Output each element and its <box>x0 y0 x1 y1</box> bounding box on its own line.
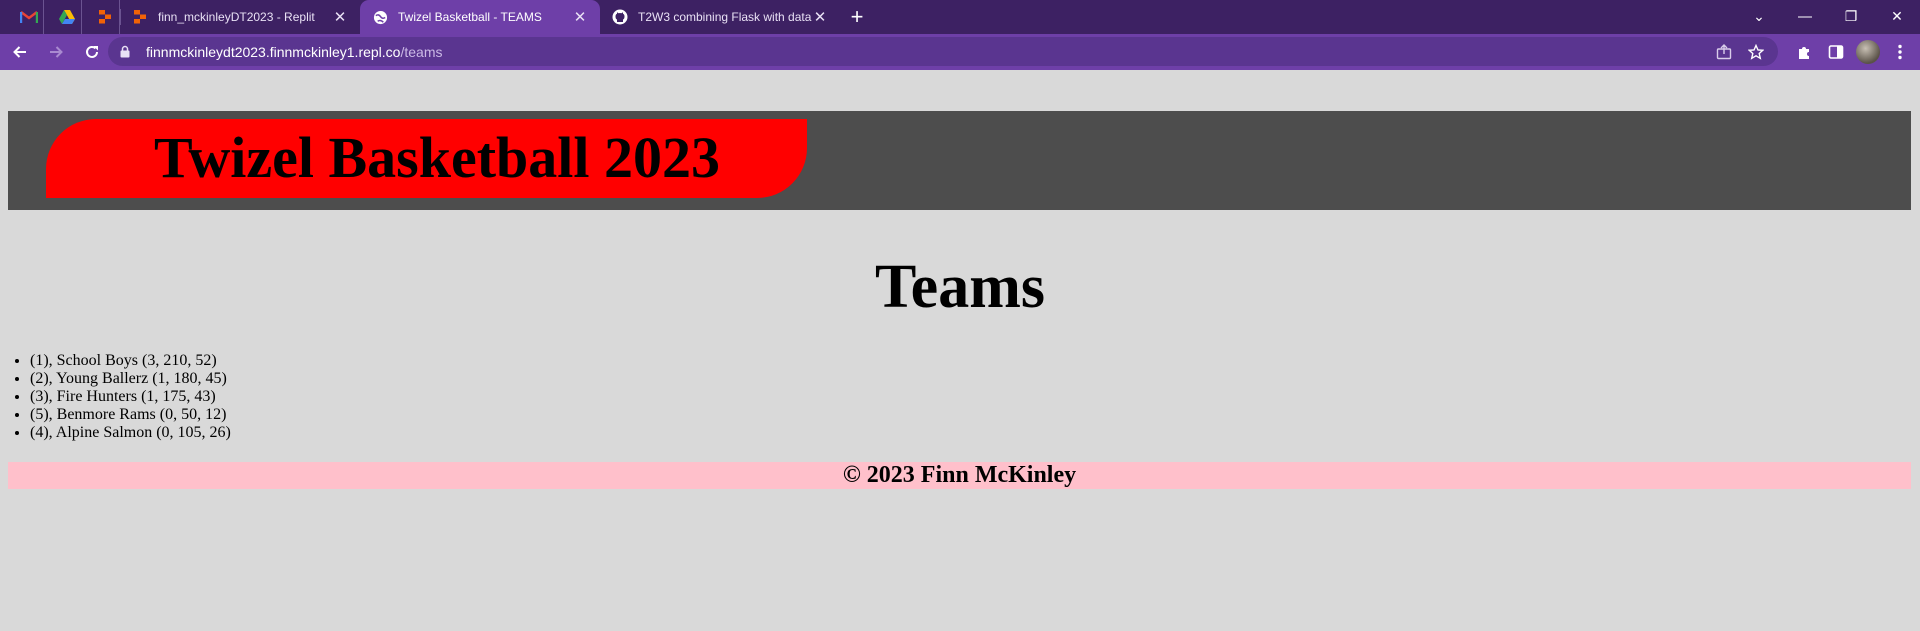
list-item: (5), Benmore Rams (0, 50, 12) <box>30 406 231 424</box>
address-bar[interactable]: finnmckinleydt2023.finnmckinley1.repl.co… <box>108 37 1778 66</box>
new-tab-button[interactable]: + <box>840 0 874 34</box>
tab-github[interactable]: T2W3 combining Flask with datal ✕ <box>600 0 840 34</box>
extensions-button[interactable] <box>1792 40 1816 64</box>
list-item: (1), School Boys (3, 210, 52) <box>30 352 231 370</box>
team-list: (1), School Boys (3, 210, 52) (2), Young… <box>30 352 231 442</box>
replit-icon <box>98 10 111 24</box>
tab-title: T2W3 combining Flask with datal <box>638 10 812 24</box>
gmail-icon <box>19 11 38 23</box>
toolbar-right <box>1792 36 1912 68</box>
close-window-button[interactable]: ✕ <box>1874 2 1920 32</box>
arrow-right-icon <box>50 46 63 58</box>
pinned-tabs <box>0 0 120 34</box>
github-icon <box>612 9 628 25</box>
window-controls: ⌄ ― ❐ ✕ <box>1736 0 1920 34</box>
address-bar-actions <box>1716 37 1764 66</box>
list-item: (2), Young Ballerz (1, 180, 45) <box>30 370 231 388</box>
more-vertical-icon <box>1898 44 1902 60</box>
forward-button[interactable] <box>40 36 72 68</box>
list-item: (4), Alpine Salmon (0, 105, 26) <box>30 424 231 442</box>
side-panel-button[interactable] <box>1824 40 1848 64</box>
url-path: /teams <box>400 43 443 60</box>
site-title: Twizel Basketball 2023 <box>154 125 721 190</box>
puzzle-icon <box>1799 47 1809 59</box>
tab-title: finn_mckinleyDT2023 - Replit <box>158 10 315 24</box>
avatar[interactable] <box>1856 40 1880 64</box>
lock-icon <box>120 45 134 58</box>
pinned-tab-replit[interactable] <box>90 0 120 34</box>
tab-replit[interactable]: finn_mckinleyDT2023 - Replit ✕ <box>120 0 360 34</box>
tab-twizel-teams[interactable]: Twizel Basketball - TEAMS ✕ <box>360 0 600 34</box>
reload-button[interactable] <box>76 36 108 68</box>
page-title: Teams <box>875 253 1045 321</box>
pinned-tab-gmail[interactable] <box>14 0 44 34</box>
footer: © 2023 Finn McKinley <box>8 462 1911 489</box>
browser-tab-strip: finn_mckinleyDT2023 - Replit ✕ Twizel Ba… <box>0 0 1920 34</box>
google-drive-icon <box>58 10 75 24</box>
arrow-left-icon <box>13 46 26 58</box>
url-host: finnmckinleydt2023.finnmckinley1.repl.co <box>146 43 401 60</box>
menu-button[interactable] <box>1888 40 1912 64</box>
close-icon[interactable]: ✕ <box>572 8 588 26</box>
close-icon[interactable]: ✕ <box>812 8 828 26</box>
site-title-banner: Twizel Basketball 2023 <box>46 119 807 198</box>
tab-title: Twizel Basketball - TEAMS <box>398 10 542 24</box>
browser-toolbar: finnmckinleydt2023.finnmckinley1.repl.co… <box>0 34 1920 70</box>
globe-icon <box>372 9 388 25</box>
side-panel-icon <box>1828 45 1844 59</box>
minimize-button[interactable]: ― <box>1782 2 1828 32</box>
restore-button[interactable]: ❐ <box>1828 2 1874 32</box>
back-button[interactable] <box>4 36 36 68</box>
pinned-tab-drive[interactable] <box>52 0 82 34</box>
star-icon[interactable] <box>1748 43 1764 60</box>
replit-icon <box>132 9 148 25</box>
site-header: Twizel Basketball 2023 <box>8 111 1911 210</box>
close-icon[interactable]: ✕ <box>332 8 348 26</box>
list-item: (3), Fire Hunters (1, 175, 43) <box>30 388 231 406</box>
share-icon[interactable] <box>1716 43 1732 60</box>
chevron-down-icon[interactable]: ⌄ <box>1736 2 1782 32</box>
reload-icon <box>86 45 98 58</box>
